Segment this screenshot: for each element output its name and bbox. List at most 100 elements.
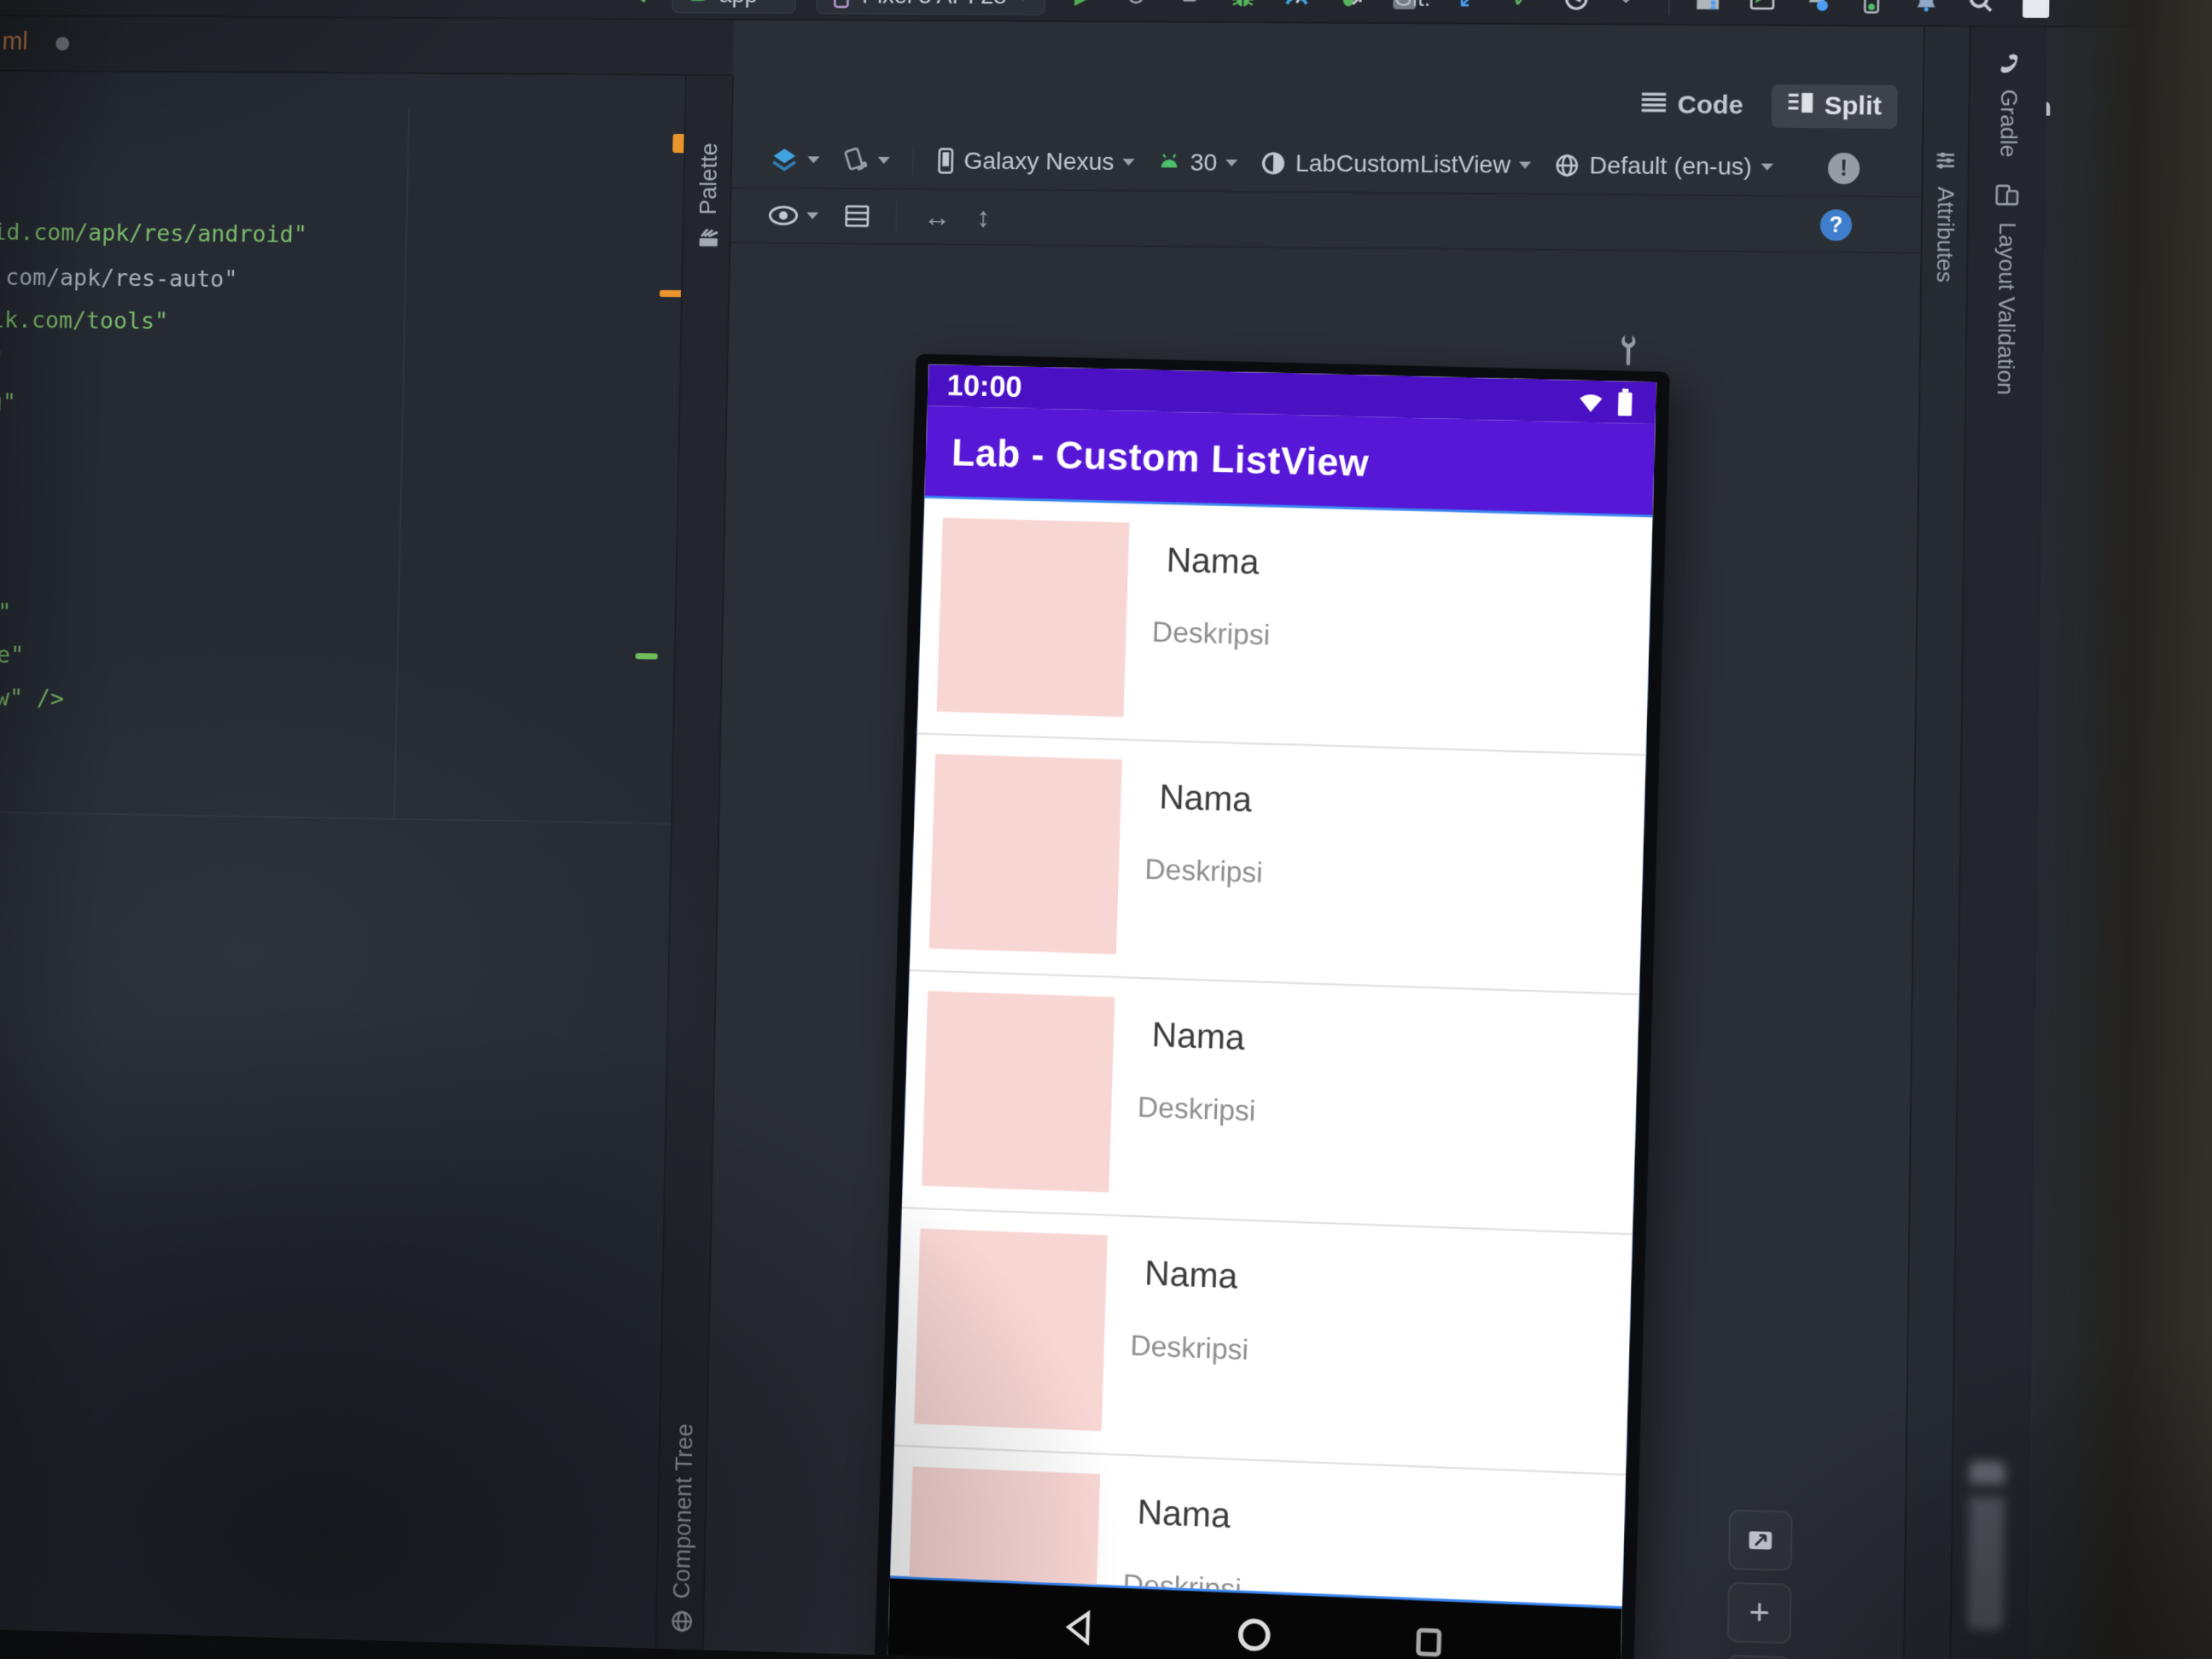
nav-recents-icon [1411,1624,1447,1659]
swap-vertical-icon[interactable]: ↕ [976,201,991,234]
attributes-tab[interactable]: Attributes [1922,149,1968,283]
tab-code[interactable]: Code [1625,84,1760,128]
search-everywhere-icon[interactable] [1965,0,1999,18]
debug-button[interactable] [1226,0,1260,14]
attributes-icon [1934,149,1957,177]
globe-icon [669,1609,694,1639]
surface-layers-dropdown[interactable] [770,145,820,175]
item-image-placeholder [929,754,1122,955]
wifi-icon [1576,387,1605,416]
toolbar-separator [912,145,915,176]
sdk-manager-icon[interactable] [1909,0,1943,17]
theme-dropdown[interactable]: LabCustomListView [1260,149,1532,179]
gradle-icon [1995,52,2023,79]
design-pane: Code Split Design [704,20,1924,1659]
code-line: ew" /> [0,684,64,713]
chevron-down-icon [1519,161,1531,168]
code-line: ik.com/tools" [0,306,168,335]
gradle-tab[interactable]: Gradle [1970,51,2047,158]
code-line: me" [0,642,24,669]
api-level-label: 30 [1190,148,1217,177]
palette-icon [696,225,720,253]
component-tree-tab-label: Component Tree [669,1423,699,1599]
attach-debugger-icon[interactable] [1334,0,1367,15]
rollback-icon[interactable]: ↶ [1614,0,1648,15]
phone-status-icons [1576,387,1637,417]
tab-split-label: Split [1825,91,1883,121]
item-name: Nama [1137,1493,1231,1537]
photographed-screen: app Pixel 3 API 28 ↻ ≡ [0,0,2212,1659]
design-view-toolbar: ↔ ↕ [731,189,1921,254]
split-mode-icon [1787,91,1813,121]
apply-code-changes-icon[interactable]: ≡ [1173,0,1206,14]
avd-manager-icon[interactable] [1800,0,1834,17]
apply-changes-icon[interactable]: ↻ [1119,0,1152,13]
list-item[interactable]: Nama Deskripsi [917,498,1652,756]
device-manager-icon[interactable] [1854,0,1889,17]
api-level-dropdown[interactable]: 30 [1157,148,1238,177]
terminal-icon[interactable] [1745,0,1779,16]
git-update-icon[interactable]: ↙ [1452,0,1485,15]
item-name: Nama [1166,541,1260,583]
item-description: Deskripsi [1137,1091,1256,1128]
xml-editor-pane[interactable]: id.com/apk/res/android" .com/apk/res-aut… [0,72,685,1649]
zoom-out-button[interactable]: − [1726,1655,1791,1659]
device-dropdown[interactable]: Pixel 3 API 28 [817,0,1046,15]
zoom-controls: + − [1726,1510,1793,1659]
chevron-down-icon [878,157,890,164]
list-item[interactable]: Nama Deskripsi [910,735,1646,996]
palette-tab[interactable]: Palette [684,143,735,253]
editor-tab-strip: ml [0,16,733,76]
list-item[interactable]: Nama Deskripsi [894,1208,1633,1476]
design-attributes-wrench-icon[interactable] [1612,333,1644,372]
globe-icon [1554,153,1580,179]
attributes-tab-label: Attributes [1930,187,1959,283]
blueprint-toggle[interactable] [844,203,870,230]
bottom-tool-tab[interactable] [1968,1461,2005,1631]
code-line: .com/apk/res-auto" [0,265,238,294]
gradle-tab-label: Gradle [1994,90,2022,158]
swap-orientation-icon[interactable]: ↔ [923,201,952,233]
theme-icon [1260,150,1287,177]
item-description: Deskripsi [1151,615,1270,652]
run-button[interactable] [1066,0,1099,13]
run-config-dropdown[interactable]: app [672,0,796,14]
zoom-in-button[interactable]: + [1727,1582,1792,1644]
ok-stripe-marker [636,653,658,659]
code-line: g" [0,389,16,416]
indent-guide [393,108,410,820]
nav-back-icon [1060,1608,1099,1648]
phone-icon [831,0,853,8]
locale-dropdown[interactable]: Default (en-us) [1554,152,1773,182]
project-structure-icon[interactable] [1691,0,1725,16]
preview-device-dropdown[interactable]: Galaxy Nexus [936,147,1135,176]
item-image-placeholder [937,518,1130,718]
device-preview[interactable]: 10:00 Lab - Custom ListView Nama Deskrip… [874,353,1670,1659]
android-studio-window: app Pixel 3 API 28 ↻ ≡ [0,0,2212,1659]
tab-split[interactable]: Split [1772,84,1898,129]
nav-home-icon [1235,1615,1274,1655]
phone-listview[interactable]: Nama Deskripsi Nama Deskripsi Nama Deskr… [890,498,1652,1606]
component-tree-tab[interactable]: Component Tree [657,1423,710,1639]
build-hammer-icon[interactable] [619,0,652,10]
ide-root: app Pixel 3 API 28 ↻ ≡ [0,0,2212,1659]
preview-device-label: Galaxy Nexus [963,147,1115,176]
history-icon[interactable] [1560,0,1594,15]
design-canvas[interactable]: 10:00 Lab - Custom ListView Nama Deskrip… [704,245,1921,1659]
zoom-to-fit-button[interactable] [1728,1510,1793,1572]
list-item[interactable]: Nama Deskripsi [902,971,1639,1235]
git-commit-icon[interactable]: ✓ [1505,0,1539,15]
item-name: Nama [1159,778,1253,820]
layout-validation-tab[interactable]: Layout Validation [1966,183,2045,396]
tab-close-icon[interactable] [55,37,69,50]
item-image-placeholder [922,991,1115,1192]
device-screen: 10:00 Lab - Custom ListView Nama Deskrip… [888,364,1656,1659]
eye-icon [769,204,799,226]
phone-icon [936,148,956,173]
toolbar-separator [1668,0,1671,15]
orientation-dropdown[interactable] [841,146,890,174]
view-options-dropdown[interactable] [769,204,819,227]
open-file-tab[interactable]: ml [2,28,28,56]
chevron-down-icon [1761,164,1773,171]
profile-button[interactable] [1280,0,1313,14]
